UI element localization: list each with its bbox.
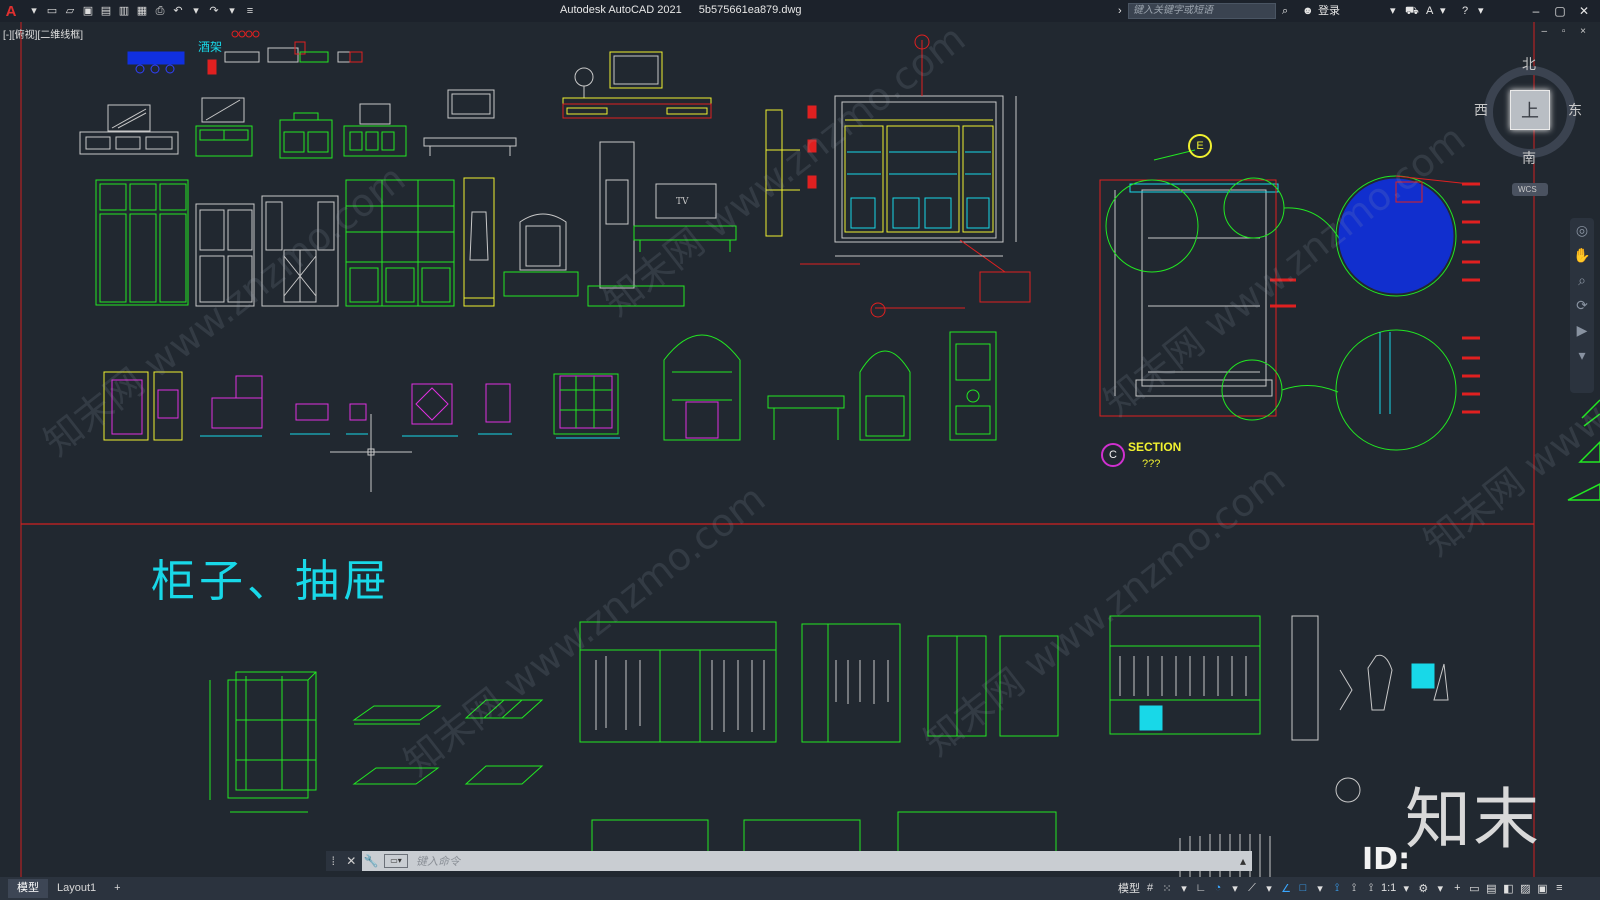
annotation-scale-icon[interactable]: ⟟ — [1364, 882, 1378, 895]
snap-dropdown-icon[interactable]: ▾ — [1177, 882, 1191, 895]
command-input[interactable]: 键入命令 — [412, 853, 1234, 869]
new-icon[interactable]: ▭ — [44, 3, 60, 19]
cart-icon[interactable]: ⛟ — [1405, 3, 1419, 19]
small-cabinets-row — [103, 331, 997, 492]
compass-south[interactable]: 南 — [1522, 148, 1536, 168]
compass-east[interactable]: 东 — [1568, 100, 1582, 120]
help-dropdown-icon[interactable]: ▾ — [1478, 3, 1484, 19]
model-space-toggle[interactable]: 模型 — [1118, 880, 1140, 896]
annotation-visibility-icon[interactable]: ⟟ — [1330, 882, 1344, 895]
recent-commands-icon[interactable]: ▭▾ — [384, 854, 408, 868]
print-preview-icon[interactable]: ▥ — [116, 3, 132, 19]
section-drawing — [1099, 149, 1480, 451]
section-marker: C — [1101, 443, 1125, 467]
maximize-button[interactable]: ▢ — [1550, 2, 1570, 20]
quick-properties-icon[interactable]: ▤ — [1484, 882, 1498, 895]
navigation-bar: ◎ ✋ ⌕ ⟳ ▶ ▾ — [1570, 218, 1594, 393]
autocad-window: A ▾ ▭ ▱ ▣ ▤ ▥ ▦ ⎙ ↶ ▾ ↷ ▾ ≡ Autodesk Aut… — [0, 0, 1600, 900]
add-layout-button[interactable]: + — [105, 879, 129, 898]
app-name: Autodesk AutoCAD 2021 — [560, 4, 682, 16]
wcs-menu[interactable]: WCS — [1512, 183, 1548, 196]
command-line[interactable]: 🔧 ▭▾ 键入命令 ▴ — [362, 851, 1252, 871]
graphics-performance-icon[interactable]: ▨ — [1518, 882, 1532, 895]
cyan-hanger-block — [1411, 663, 1435, 689]
customization-icon[interactable]: ≡ — [1552, 882, 1566, 894]
viewport-controls[interactable]: – ▫ × — [1541, 26, 1592, 37]
workspace-gear-icon[interactable]: ⚙ — [1416, 882, 1430, 895]
isodraft-dropdown-icon[interactable]: ▾ — [1262, 882, 1276, 895]
viewcube-top-face[interactable]: 上 — [1510, 90, 1550, 130]
workspace-dropdown-icon[interactable]: ▾ — [1433, 882, 1447, 895]
object-snap-icon[interactable]: □ — [1296, 882, 1310, 894]
annotation-monitor-icon[interactable]: + — [1450, 882, 1464, 894]
auto-scale-icon[interactable]: ⟟ — [1347, 882, 1361, 895]
user-icon[interactable]: ☻ — [1302, 3, 1314, 19]
compass-west[interactable]: 西 — [1474, 100, 1488, 120]
drawing-heading: 柜子、抽屉 — [151, 556, 391, 607]
viewcube[interactable]: 北 南 西 东 上 — [1474, 56, 1582, 166]
plot-icon[interactable]: ⎙ — [152, 3, 168, 19]
a360-icon[interactable]: A — [1426, 3, 1433, 19]
undo-icon[interactable]: ↶ — [170, 3, 186, 19]
help-icon[interactable]: ? — [1462, 3, 1468, 19]
redo-icon[interactable]: ↷ — [206, 3, 222, 19]
customize-icon[interactable]: ≡ — [242, 3, 258, 19]
pan-icon[interactable]: ✋ — [1570, 243, 1594, 268]
annotation-scale-value[interactable]: 1:1 — [1381, 882, 1396, 894]
viewport-label[interactable]: [-][俯视][二维线框] — [3, 26, 83, 41]
wine-rack-symbols — [127, 30, 363, 75]
menu-dropdown-icon[interactable]: ▾ — [26, 3, 42, 19]
close-button[interactable]: ✕ — [1574, 2, 1594, 20]
quick-access-toolbar: ▾ ▭ ▱ ▣ ▤ ▥ ▦ ⎙ ↶ ▾ ↷ ▾ ≡ — [26, 3, 258, 19]
save-icon[interactable]: ▣ — [80, 3, 96, 19]
object-snap-tracking-icon[interactable]: ∠ — [1279, 882, 1293, 895]
a360-dropdown-icon[interactable]: ▾ — [1440, 3, 1446, 19]
orbit-icon[interactable]: ⟳ — [1570, 293, 1594, 318]
osnap-dropdown-icon[interactable]: ▾ — [1313, 882, 1327, 895]
compass-north[interactable]: 北 — [1522, 54, 1536, 74]
steering-wheel-icon[interactable]: ◎ — [1570, 218, 1594, 243]
app-logo-icon[interactable]: A — [0, 0, 22, 22]
ortho-icon[interactable]: ∟ — [1194, 882, 1208, 894]
search-input[interactable]: 键入关键字或短语 — [1128, 3, 1276, 19]
status-toolbar: 模型 # ⁙ ▾ ∟ ◔ ▾ ⟋ ▾ ∠ □ ▾ ⟟ ⟟ ⟟ 1:1 ▾ ⚙ ▾… — [1118, 880, 1566, 896]
clean-screen-icon[interactable]: ▣ — [1535, 882, 1549, 895]
polar-dropdown-icon[interactable]: ▾ — [1228, 882, 1242, 895]
saveas-icon[interactable]: ▤ — [98, 3, 114, 19]
section-sublabel: ??? — [1142, 458, 1161, 470]
command-grip-icon[interactable]: ⁞ — [332, 854, 335, 868]
section-label: SECTION — [1128, 440, 1182, 454]
zoom-icon[interactable]: ⌕ — [1570, 268, 1594, 293]
redo-dropdown-icon[interactable]: ▾ — [224, 3, 240, 19]
snap-icon[interactable]: ⁙ — [1160, 882, 1174, 895]
isolate-objects-icon[interactable]: ◧ — [1501, 882, 1515, 895]
showmotion-icon[interactable]: ▶ — [1570, 318, 1594, 343]
login-dropdown-icon[interactable]: ▾ — [1390, 3, 1396, 19]
polar-tracking-icon[interactable]: ◔ — [1211, 882, 1225, 894]
detail-marker: E — [1188, 134, 1212, 158]
scale-dropdown-icon[interactable]: ▾ — [1399, 882, 1413, 895]
command-line-controls: ⁞ ✕ — [326, 851, 362, 871]
search-expand-icon[interactable]: › — [1118, 3, 1122, 19]
units-icon[interactable]: ▭ — [1467, 882, 1481, 895]
tab-model[interactable]: 模型 — [8, 879, 48, 898]
nav-customize-icon[interactable]: ▾ — [1570, 343, 1594, 368]
title-bar: A ▾ ▭ ▱ ▣ ▤ ▥ ▦ ⎙ ↶ ▾ ↷ ▾ ≡ Autodesk Aut… — [0, 0, 1600, 22]
minimize-button[interactable]: – — [1526, 2, 1546, 20]
login-link[interactable]: 登录 — [1318, 3, 1340, 19]
grid-icon[interactable]: # — [1143, 882, 1157, 894]
open-icon[interactable]: ▱ — [62, 3, 78, 19]
bottom-section — [209, 615, 1319, 857]
isodraft-icon[interactable]: ⟋ — [1245, 882, 1259, 895]
command-expand-icon[interactable]: ▴ — [1234, 854, 1252, 868]
command-settings-icon[interactable]: 🔧 — [362, 854, 380, 868]
file-name: 5b575661ea879.dwg — [698, 4, 802, 16]
command-close-icon[interactable]: ✕ — [346, 854, 356, 868]
tab-layout1[interactable]: Layout1 — [48, 879, 105, 898]
wine-rack-label: 酒架 — [198, 40, 223, 54]
search-icon[interactable]: ⌕ — [1282, 3, 1288, 19]
undo-dropdown-icon[interactable]: ▾ — [188, 3, 204, 19]
publish-icon[interactable]: ▦ — [134, 3, 150, 19]
window-title: Autodesk AutoCAD 2021 5b575661ea879.dwg — [560, 4, 816, 16]
